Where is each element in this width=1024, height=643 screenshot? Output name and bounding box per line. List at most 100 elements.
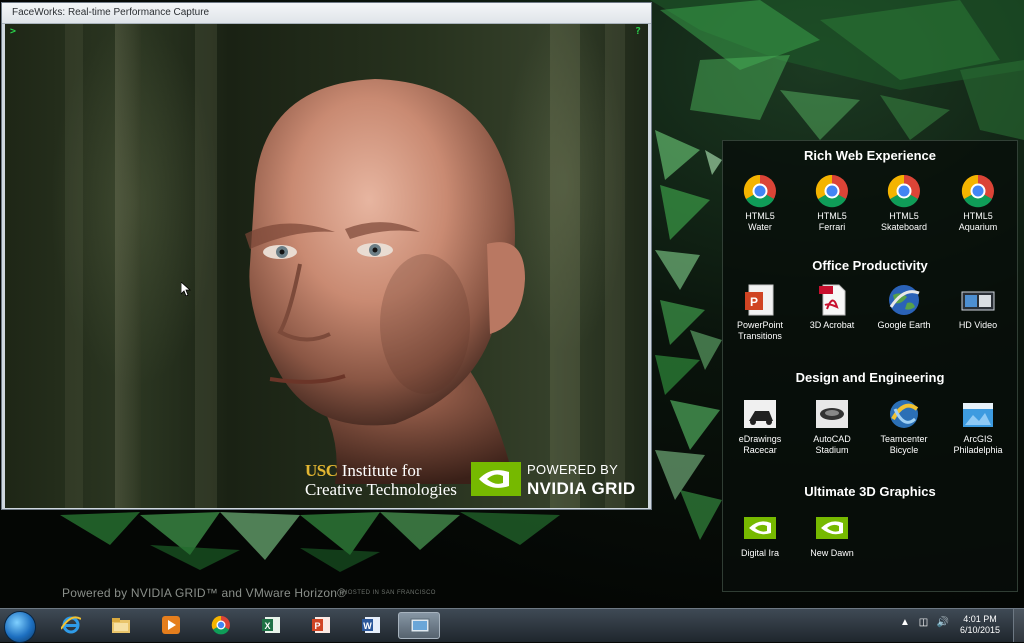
section-title-3d-graphics: Ultimate 3D Graphics [804, 484, 936, 499]
launcher-item-html5-aquarium[interactable]: HTML5 Aquarium [943, 174, 1013, 233]
file-explorer-icon [112, 618, 130, 633]
clock-time: 4:01 PM [963, 614, 997, 624]
start-button[interactable] [4, 611, 36, 643]
tree-trunk [115, 24, 141, 508]
launcher-item-digital-ira[interactable]: Digital Ira [725, 511, 795, 559]
usc-logo-line1: Institute for [337, 461, 422, 480]
taskbar-remote-desktop[interactable] [398, 612, 440, 639]
taskbar-excel[interactable]: X [250, 612, 292, 639]
tile-label-line1: AutoCAD [813, 434, 851, 444]
chrome-icon [961, 174, 995, 208]
show-desktop-button[interactable] [1013, 609, 1024, 642]
taskbar-file-explorer[interactable] [100, 612, 142, 639]
excel-icon: X [262, 617, 280, 633]
powerpoint-icon: P [743, 283, 777, 317]
svg-text:P: P [314, 621, 320, 631]
wallpaper-caption: Powered by NVIDIA GRID™ and VMware Horiz… [62, 586, 347, 600]
faceworks-window[interactable]: FaceWorks: Real-time Performance Capture… [1, 2, 652, 510]
system-tray[interactable]: ▲ ◫ 🔊 [900, 617, 949, 628]
word-icon: W [362, 617, 380, 633]
internet-explorer-icon [61, 616, 81, 634]
viewport-corner-left-marker: > [10, 26, 17, 37]
section-title-office: Office Productivity [812, 258, 928, 273]
nvidia-icon [743, 511, 777, 545]
launcher-item-google-earth[interactable]: Google Earth [869, 283, 939, 331]
tile-label-line1: Teamcenter [880, 434, 928, 444]
section-title-rich-web: Rich Web Experience [804, 148, 936, 163]
google-earth-icon [887, 283, 921, 317]
tile-label-line1: 3D Acrobat [809, 320, 855, 330]
tree-trunk [605, 24, 625, 508]
tile-label-line1: HTML5 [963, 211, 993, 221]
tile-label-line2: Skateboard [880, 222, 928, 232]
tile-label-line1: HD Video [958, 320, 998, 330]
launcher-item-new-dawn[interactable]: New Dawn [797, 511, 867, 559]
tile-label-line2: Transitions [738, 331, 782, 341]
tile-label-line2: Bicycle [889, 445, 919, 455]
chrome-icon [815, 174, 849, 208]
taskbar-word[interactable]: W [350, 612, 392, 639]
render-viewport[interactable]: > ? USC Institute for Creative Technolog… [5, 24, 648, 508]
nvidia-eye-icon [471, 462, 521, 496]
tree-trunk [65, 24, 83, 508]
tile-label-line2: Philadelphia [953, 445, 1003, 455]
tile-label-line1: ArcGIS [963, 434, 993, 444]
nvidia-icon [815, 511, 849, 545]
powerpoint-icon: P [312, 617, 330, 633]
chrome-icon [743, 174, 777, 208]
windows-taskbar: X P W ▲ ◫ 🔊 4:01 PM 6/10/2015 [0, 608, 1024, 643]
acrobat-pdf-icon [815, 283, 849, 317]
tile-label-line2: Ferrari [818, 222, 846, 232]
usc-logo-brand: USC [305, 461, 338, 480]
clock-date: 6/10/2015 [959, 625, 1001, 635]
nvidia-badge-line2: NVIDIA GRID [527, 479, 636, 498]
launcher-item-edrawings-racecar[interactable]: eDrawings Racecar [725, 397, 795, 456]
remote-desktop-icon [410, 618, 430, 634]
tile-label-line1: Digital Ira [740, 548, 779, 558]
launcher-item-html5-ferrari[interactable]: HTML5 Ferrari [797, 174, 867, 233]
tile-label-line1: eDrawings [738, 434, 782, 444]
launcher-item-3d-acrobat[interactable]: 3D Acrobat [797, 283, 867, 331]
svg-text:W: W [363, 621, 372, 631]
arcgis-icon [961, 397, 995, 431]
teamcenter-icon [887, 397, 921, 431]
launcher-item-powerpoint-transitions[interactable]: P PowerPoint Transitions [725, 283, 795, 342]
chrome-icon [887, 174, 921, 208]
taskbar-internet-explorer[interactable] [50, 612, 92, 639]
volume-icon[interactable]: 🔊 [937, 617, 949, 628]
taskbar-media-player[interactable] [150, 612, 192, 639]
tile-label-line2: Water [748, 222, 772, 232]
tile-label-line1: HTML5 [745, 211, 775, 221]
svg-text:P: P [750, 295, 758, 309]
usc-ict-logo: USC Institute for Creative Technologies [305, 461, 465, 499]
chrome-icon [211, 615, 230, 635]
wallpaper-caption-small: HOSTED IN SAN FRANCISCO [343, 590, 436, 596]
tile-label-line1: New Dawn [810, 548, 854, 558]
taskbar-chrome[interactable] [200, 612, 242, 639]
mouse-pointer-icon [181, 282, 191, 296]
launcher-item-autocad-stadium[interactable]: AutoCAD Stadium [797, 397, 867, 456]
launcher-item-html5-skateboard[interactable]: HTML5 Skateboard [869, 174, 939, 233]
tile-label-line1: HTML5 [817, 211, 847, 221]
tile-label-line2: Racecar [743, 445, 777, 455]
network-icon[interactable]: ◫ [919, 617, 928, 628]
launcher-item-hd-video[interactable]: HD Video [943, 283, 1013, 331]
tile-label-line2: Stadium [815, 445, 849, 455]
taskbar-powerpoint[interactable]: P [300, 612, 342, 639]
viewport-corner-right-marker: ? [635, 26, 642, 37]
tray-expand-icon[interactable]: ▲ [900, 617, 910, 628]
section-title-design: Design and Engineering [795, 370, 945, 385]
nvidia-badge-line1: POWERED BY [527, 462, 619, 477]
autocad-icon [815, 397, 849, 431]
launcher-item-arcgis-philadelphia[interactable]: ArcGIS Philadelphia [943, 397, 1013, 456]
taskbar-clock[interactable]: 4:01 PM 6/10/2015 [950, 614, 1010, 636]
window-titlebar[interactable]: FaceWorks: Real-time Performance Capture [2, 3, 651, 24]
edrawings-icon [743, 397, 777, 431]
launcher-item-teamcenter-bicycle[interactable]: Teamcenter Bicycle [869, 397, 939, 456]
tile-label-line1: Google Earth [877, 320, 931, 330]
svg-text:X: X [264, 621, 270, 631]
window-title: FaceWorks: Real-time Performance Capture [12, 7, 210, 18]
tree-trunk [195, 24, 217, 508]
launcher-item-html5-water[interactable]: HTML5 Water [725, 174, 795, 233]
tile-label-line1: HTML5 [889, 211, 919, 221]
